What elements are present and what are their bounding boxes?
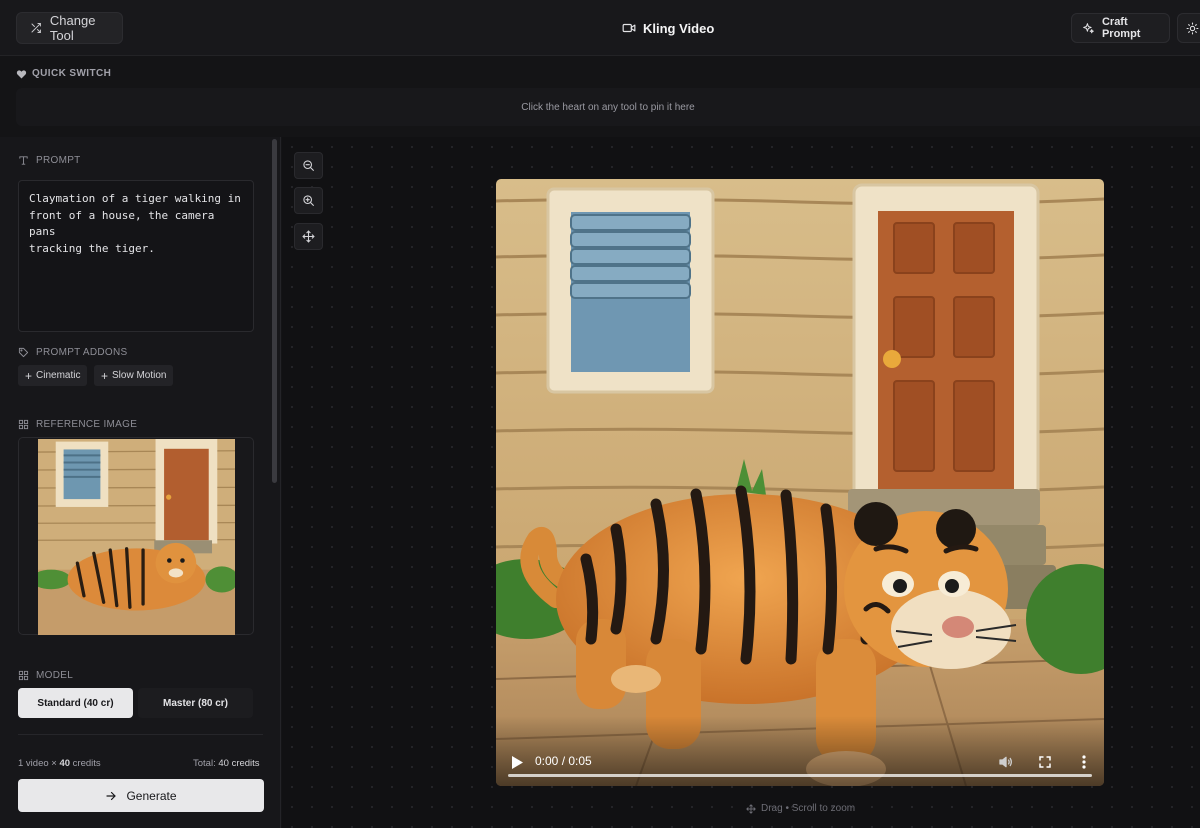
quick-switch-empty-hint: Click the heart on any tool to pin it he… [521,101,695,113]
prompt-section-label: PROMPT [18,155,81,166]
zoom-out-icon [303,160,314,171]
theme-toggle-button[interactable] [1177,13,1200,43]
settings-panel: PROMPT Claymation of a tiger walking in … [0,137,281,828]
model-master-button[interactable]: Master (80 cr) [138,688,253,718]
plus-icon: + [101,368,109,383]
addon-label: Cinematic [36,370,81,381]
video-player[interactable]: 0:00 / 0:05 [496,179,1104,786]
sparkles-icon [1083,22,1094,33]
model-option-label: Standard (40 cr) [37,697,114,709]
addons-section-label: PROMPT ADDONS [18,347,128,358]
credits-per-video: 1 video × 40 credits [18,758,101,769]
video-frame [496,179,1104,786]
more-vertical-icon[interactable] [1081,755,1087,769]
video-progress-bar[interactable] [508,774,1092,777]
text-icon [19,156,28,165]
play-icon[interactable] [511,756,523,769]
heart-icon [16,69,27,79]
move-icon [746,803,756,814]
volume-icon[interactable] [998,754,1014,770]
fullscreen-icon[interactable] [1039,756,1051,768]
generate-button[interactable]: Generate [18,779,264,812]
model-option-label: Master (80 cr) [162,697,229,709]
quick-switch-label-text: QUICK SWITCH [32,68,112,79]
change-tool-button[interactable]: Change Tool [16,12,123,44]
model-section-label: MODEL [18,670,73,681]
reference-label: REFERENCE IMAGE [36,419,138,430]
tag-icon [18,347,29,358]
sun-icon [1186,22,1199,34]
canvas-hint: Drag • Scroll to zoom [746,803,855,814]
addons-label: PROMPT ADDONS [36,347,128,358]
addon-cinematic-button[interactable]: + Cinematic [18,365,88,386]
move-icon [302,230,315,243]
reference-image-dropzone[interactable] [18,437,254,635]
quick-switch-label: QUICK SWITCH [16,68,111,79]
arrow-right-icon [106,791,117,800]
divider [18,734,263,735]
playback-time: 0:00 / 0:05 [535,754,592,768]
credits-suffix: credits [70,758,101,769]
model-label: MODEL [36,670,74,681]
zoom-in-icon [303,195,314,206]
plus-icon: + [25,368,33,383]
total-prefix: Total: [193,758,219,769]
page-title: Kling Video [622,18,714,38]
grid-icon [18,670,29,681]
model-standard-button[interactable]: Standard (40 cr) [18,688,133,718]
prompt-textarea[interactable]: Claymation of a tiger walking in front o… [18,180,254,332]
reference-section-label: REFERENCE IMAGE [18,419,137,430]
reference-image [38,439,235,635]
prompt-label: PROMPT [36,155,81,166]
shuffle-icon [31,23,41,33]
change-tool-label: Change Tool [49,13,96,43]
canvas-hint-text: Drag • Scroll to zoom [761,803,856,814]
quick-switch-bar: Click the heart on any tool to pin it he… [16,88,1200,126]
top-bar: Change Tool Kling Video Craft Prompt [0,0,1200,56]
addon-label: Slow Motion [112,370,167,381]
credits-value: 40 [59,758,71,769]
generate-label: Generate [126,788,177,803]
zoom-out-button[interactable] [294,152,323,179]
video-controls: 0:00 / 0:05 [496,716,1104,786]
zoom-in-button[interactable] [294,187,323,214]
credits-total: Total: 40 credits [193,758,260,769]
total-value: 40 credits [218,758,260,769]
page-title-text: Kling Video [643,20,715,36]
pan-button[interactable] [294,223,323,250]
addon-slow-motion-button[interactable]: + Slow Motion [94,365,174,386]
grid-icon [18,419,29,430]
preview-canvas[interactable]: 0:00 / 0:05 Drag • Scroll to zoom [282,137,1200,828]
craft-prompt-button[interactable]: Craft Prompt [1071,13,1170,43]
craft-prompt-label: Craft Prompt [1101,16,1141,40]
panel-scrollbar-thumb[interactable] [272,139,277,483]
credits-prefix: 1 video × [18,758,60,769]
video-camera-icon [622,23,636,33]
